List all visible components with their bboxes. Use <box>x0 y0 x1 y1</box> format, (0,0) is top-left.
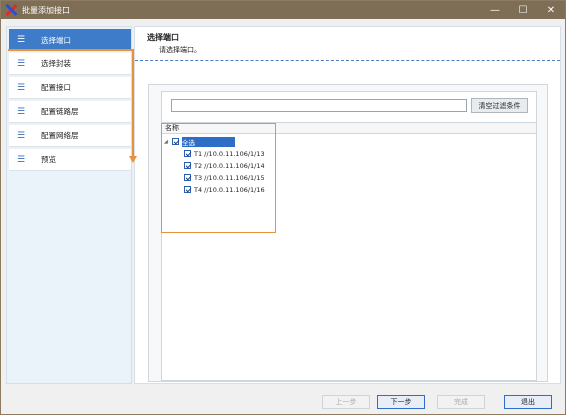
maximize-button[interactable]: ☐ <box>509 1 537 19</box>
window-title: 批量添加接口 <box>22 5 70 15</box>
wizard-steps-sidebar: ☰ 选择端口 ☰ 选择封装 ☰ 配置接口 ☰ 配置链路层 ☰ 配置网络层 ☰ 预… <box>6 26 132 384</box>
menu-lines-icon: ☰ <box>17 154 26 165</box>
step-configure-interface[interactable]: ☰ 配置接口 <box>9 77 131 99</box>
step-label: 配置网络层 <box>41 131 79 140</box>
filter-input[interactable] <box>171 99 467 112</box>
prev-button[interactable]: 上一步 <box>322 395 370 409</box>
close-button[interactable]: ✕ <box>537 1 565 19</box>
step-label: 配置接口 <box>41 83 71 92</box>
step-label: 选择封装 <box>41 59 71 68</box>
clear-filter-button[interactable]: 清空过滤条件 <box>471 98 528 113</box>
menu-lines-icon: ☰ <box>17 82 26 93</box>
menu-lines-icon: ☰ <box>17 106 26 117</box>
title-bar: 批量添加接口 — ☐ ✕ <box>1 1 565 19</box>
next-button[interactable]: 下一步 <box>377 395 425 409</box>
annotation-highlight-box <box>161 123 276 233</box>
step-label: 预览 <box>41 155 56 164</box>
step-select-encapsulation[interactable]: ☰ 选择封装 <box>9 53 131 75</box>
exit-button[interactable]: 退出 <box>504 395 552 409</box>
menu-lines-icon: ☰ <box>17 130 26 141</box>
step-configure-link-layer[interactable]: ☰ 配置链路层 <box>9 101 131 123</box>
step-label: 配置链路层 <box>41 107 79 116</box>
finish-button[interactable]: 完成 <box>437 395 485 409</box>
step-configure-network-layer[interactable]: ☰ 配置网络层 <box>9 125 131 147</box>
page-subtitle: 请选择端口。 <box>159 46 201 54</box>
step-select-port[interactable]: ☰ 选择端口 <box>9 29 131 51</box>
annotation-arrow-head-icon <box>129 156 137 163</box>
menu-lines-icon: ☰ <box>17 58 26 69</box>
annotation-arrow-horizontal <box>8 49 133 51</box>
step-label: 选择端口 <box>41 35 71 45</box>
window-controls: — ☐ ✕ <box>481 1 565 19</box>
wizard-footer: 上一步 下一步 完成 退出 <box>1 387 565 414</box>
page-title: 选择端口 <box>147 33 179 42</box>
step-header: 选择端口 请选择端口。 <box>135 27 560 61</box>
wizard-window: 批量添加接口 — ☐ ✕ ☰ 选择端口 ☰ 选择封装 ☰ 配置接口 ☰ 配置链路… <box>0 0 566 415</box>
step-preview[interactable]: ☰ 预览 <box>9 149 131 171</box>
minimize-button[interactable]: — <box>481 1 509 19</box>
annotation-arrow-line <box>132 49 134 159</box>
app-logo-icon <box>5 4 17 16</box>
main-content: 选择端口 请选择端口。 清空过滤条件 名称 ◢ 全选 T1 //10.0.11.… <box>134 26 561 384</box>
menu-lines-icon: ☰ <box>17 35 26 45</box>
